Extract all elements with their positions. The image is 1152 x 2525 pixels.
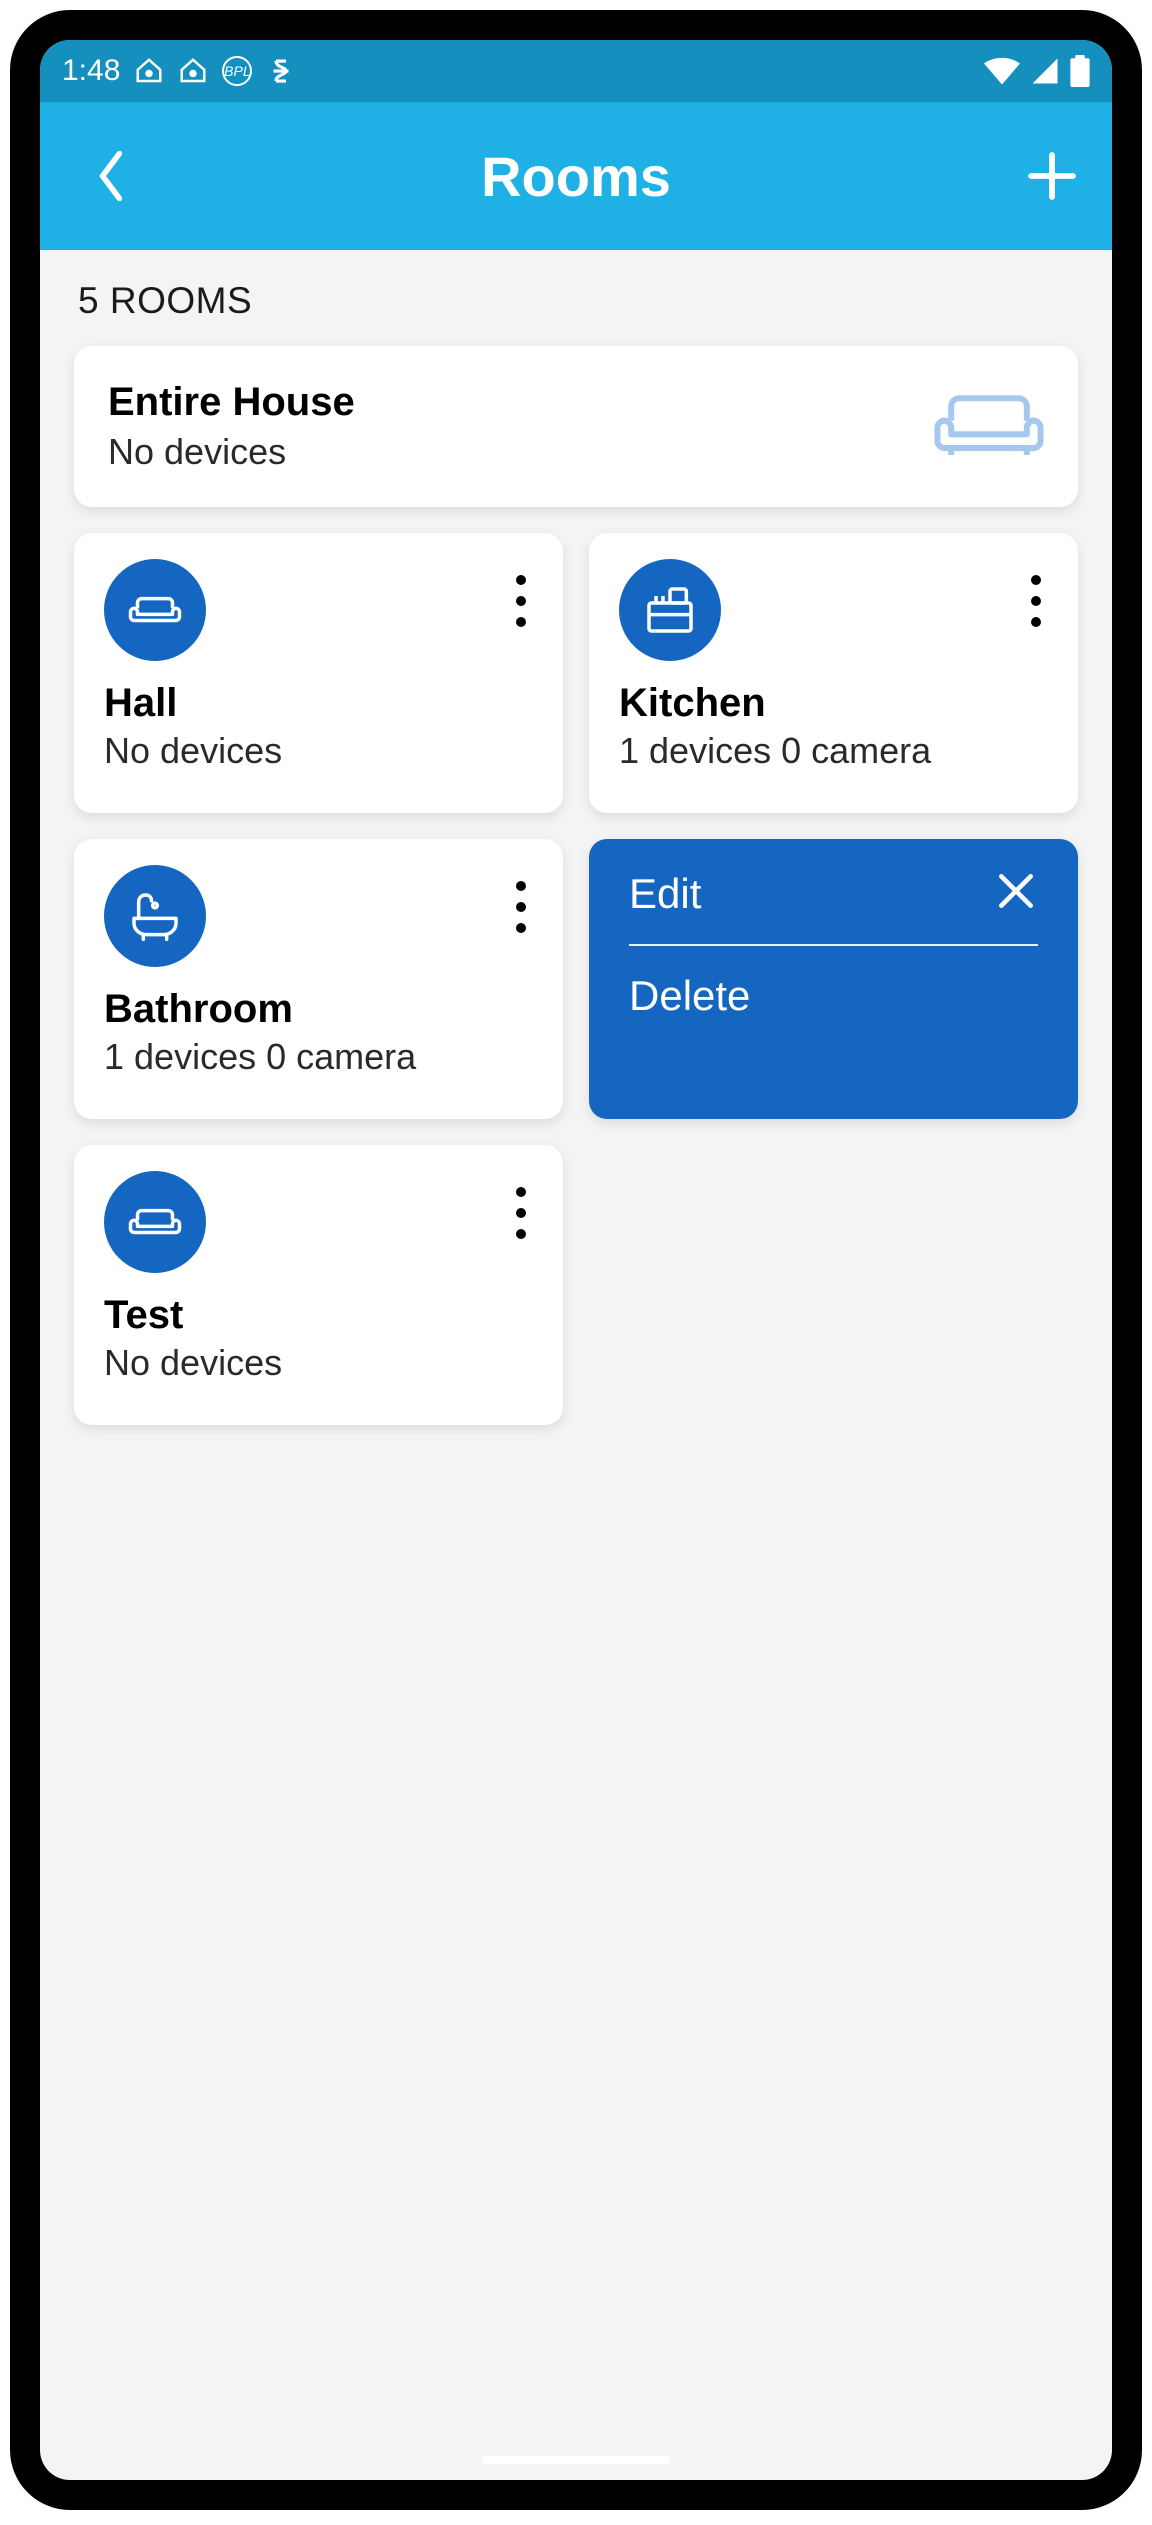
wifi-icon: [984, 56, 1020, 86]
status-strike-icon: [266, 56, 296, 86]
content-area: 5 ROOMS Entire House No devices: [40, 250, 1112, 2480]
room-menu-button[interactable]: [1016, 569, 1056, 633]
menu-delete-button[interactable]: Delete: [629, 946, 1038, 1020]
room-name: Test: [104, 1293, 533, 1338]
room-sub: 1 devices 0 camera: [619, 730, 1048, 772]
add-room-button[interactable]: [1012, 102, 1092, 250]
entire-house-sub: No devices: [108, 431, 355, 473]
room-menu-button[interactable]: [501, 1181, 541, 1245]
room-name: Bathroom: [104, 987, 533, 1032]
entire-house-card[interactable]: Entire House No devices: [74, 346, 1078, 507]
status-home-icon-2: [178, 56, 208, 86]
phone-screen: 1:48 BPL: [40, 40, 1112, 2480]
room-sub: No devices: [104, 1342, 533, 1384]
battery-icon: [1070, 55, 1090, 87]
room-card-test[interactable]: Test No devices: [74, 1145, 563, 1425]
entire-house-name: Entire House: [108, 380, 355, 425]
couch-icon: [934, 389, 1044, 464]
status-time: 1:48: [62, 54, 120, 88]
room-card-bathroom[interactable]: Bathroom 1 devices 0 camera: [74, 839, 563, 1119]
room-card-kitchen[interactable]: Kitchen 1 devices 0 camera: [589, 533, 1078, 813]
couch-icon: [104, 559, 206, 661]
room-menu-button[interactable]: [501, 569, 541, 633]
signal-icon: [1030, 56, 1060, 86]
bath-icon: [104, 865, 206, 967]
room-context-menu: Edit Delete: [589, 839, 1078, 1119]
room-menu-button[interactable]: [501, 875, 541, 939]
room-sub: No devices: [104, 730, 533, 772]
status-home-icon-1: [134, 56, 164, 86]
home-indicator[interactable]: [481, 2456, 671, 2464]
back-button[interactable]: [76, 102, 146, 250]
phone-frame: 1:48 BPL: [10, 10, 1142, 2510]
rooms-count-label: 5 ROOMS: [78, 280, 1078, 322]
room-name: Hall: [104, 681, 533, 726]
app-bar: Rooms: [40, 102, 1112, 250]
close-icon[interactable]: [994, 869, 1038, 918]
menu-divider: [629, 944, 1038, 946]
room-name: Kitchen: [619, 681, 1048, 726]
room-card-hall[interactable]: Hall No devices: [74, 533, 563, 813]
status-bpl-icon: BPL: [222, 56, 252, 86]
room-sub: 1 devices 0 camera: [104, 1036, 533, 1078]
status-bar: 1:48 BPL: [40, 40, 1112, 102]
kitchen-icon: [619, 559, 721, 661]
menu-edit-button[interactable]: Edit: [629, 870, 701, 918]
page-title: Rooms: [40, 144, 1112, 209]
couch-icon: [104, 1171, 206, 1273]
